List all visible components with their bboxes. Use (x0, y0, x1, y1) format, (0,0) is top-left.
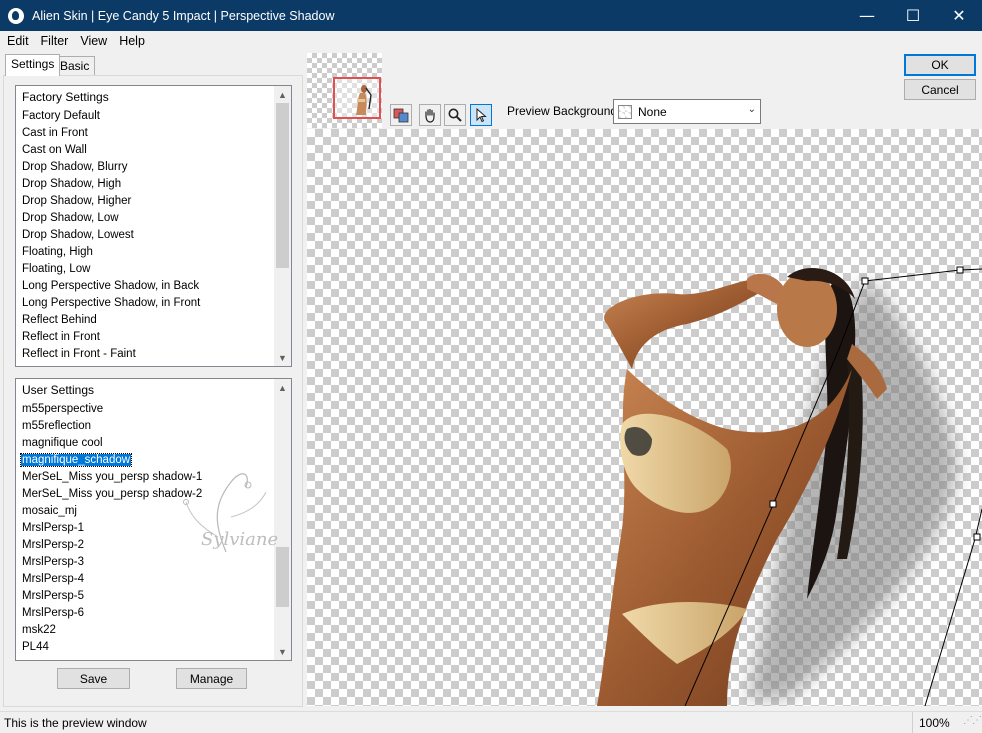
preview-background-value: None (638, 104, 667, 119)
user-settings-header: User Settings (22, 383, 95, 397)
list-item[interactable]: Drop Shadow, Blurry (16, 159, 291, 176)
menu-help[interactable]: Help (115, 34, 149, 48)
watermark-decoration: Sylviane (183, 473, 278, 553)
list-item[interactable]: msk22 (16, 622, 291, 639)
scroll-down-icon[interactable]: ▼ (274, 349, 291, 366)
close-button[interactable]: ✕ (936, 0, 982, 31)
status-text: This is the preview window (4, 715, 147, 730)
status-divider (912, 712, 913, 733)
thumbnail-figure-icon (356, 85, 372, 115)
minimize-button[interactable]: — (844, 0, 890, 31)
list-item[interactable]: Floating, Low (16, 261, 291, 278)
scroll-up-icon[interactable]: ▲ (274, 86, 291, 103)
list-item[interactable]: PL44 (16, 639, 291, 656)
scroll-up-icon[interactable]: ▲ (274, 379, 291, 396)
pointer-icon (476, 107, 487, 123)
scrollbar-thumb[interactable] (276, 103, 289, 268)
hand-tool-button[interactable] (419, 104, 441, 126)
list-item[interactable]: Reflect in Front (16, 329, 291, 346)
window-title: Alien Skin | Eye Candy 5 Impact | Perspe… (32, 8, 335, 23)
list-item[interactable]: Long Perspective Shadow, in Back (16, 278, 291, 295)
zoom-tool-button[interactable] (444, 104, 466, 126)
swatch-icon (618, 104, 632, 119)
list-item[interactable]: Drop Shadow, Higher (16, 193, 291, 210)
zoom-level: 100% (919, 716, 950, 730)
list-item[interactable]: Floating, High (16, 244, 291, 261)
tab-settings[interactable]: Settings (5, 54, 61, 76)
list-item[interactable]: MrslPersp-6 (16, 605, 291, 622)
menu-view[interactable]: View (76, 34, 111, 48)
cancel-button[interactable]: Cancel (904, 79, 976, 100)
list-item[interactable]: Drop Shadow, Lowest (16, 227, 291, 244)
preview-background-label: Preview Background: (507, 104, 621, 118)
factory-list-scrollbar[interactable]: ▲ ▼ (274, 86, 291, 366)
list-item[interactable]: Factory Default (16, 108, 291, 125)
user-settings-list[interactable]: User Settings m55perspective m55reflecti… (15, 378, 292, 661)
status-bar: This is the preview window 100% ⋰⋰ (0, 711, 982, 733)
hand-icon (425, 108, 435, 123)
svg-text:Sylviane: Sylviane (201, 529, 278, 550)
menu-filter[interactable]: Filter (37, 34, 73, 48)
list-item[interactable]: MrslPersp-4 (16, 571, 291, 588)
factory-settings-header: Factory Settings (22, 90, 109, 104)
app-icon (8, 7, 24, 24)
navigator-viewport-frame[interactable] (333, 77, 381, 119)
save-button[interactable]: Save (57, 668, 130, 689)
chevron-down-icon: ⌄ (747, 104, 756, 115)
list-item[interactable]: Long Perspective Shadow, in Front (16, 295, 291, 312)
toggle-preview-icon (393, 108, 409, 123)
list-item[interactable]: Drop Shadow, Low (16, 210, 291, 227)
menu-edit[interactable]: Edit (3, 34, 33, 48)
list-item[interactable]: MrslPersp-5 (16, 588, 291, 605)
preview-window[interactable] (307, 129, 982, 706)
list-item[interactable]: Cast in Front (16, 125, 291, 142)
list-item[interactable]: magnifique cool (16, 435, 291, 452)
scroll-down-icon[interactable]: ▼ (274, 643, 291, 660)
menu-bar: Edit Filter View Help (0, 31, 982, 51)
list-item[interactable]: Drop Shadow, High (16, 176, 291, 193)
resize-grip-icon[interactable]: ⋰⋰ (963, 715, 982, 726)
list-item[interactable]: Cast on Wall (16, 142, 291, 159)
list-item[interactable]: Reflect in Front - Faint (16, 346, 291, 363)
list-item[interactable]: m55perspective (16, 401, 291, 418)
ok-button[interactable]: OK (904, 54, 976, 76)
maximize-button[interactable]: ☐ (890, 0, 936, 31)
toggle-preview-button[interactable] (390, 104, 412, 126)
list-item[interactable]: m55reflection (16, 418, 291, 435)
manage-button[interactable]: Manage (176, 668, 247, 689)
preview-image (597, 266, 982, 706)
preview-background-select[interactable]: None ⌄ (613, 99, 761, 124)
factory-settings-list[interactable]: Factory Settings Factory Default Cast in… (15, 85, 292, 367)
zoom-icon (448, 108, 462, 122)
list-item[interactable]: Reflect Behind (16, 312, 291, 329)
title-bar: Alien Skin | Eye Candy 5 Impact | Perspe… (0, 0, 982, 31)
pointer-tool-button[interactable] (470, 104, 492, 126)
